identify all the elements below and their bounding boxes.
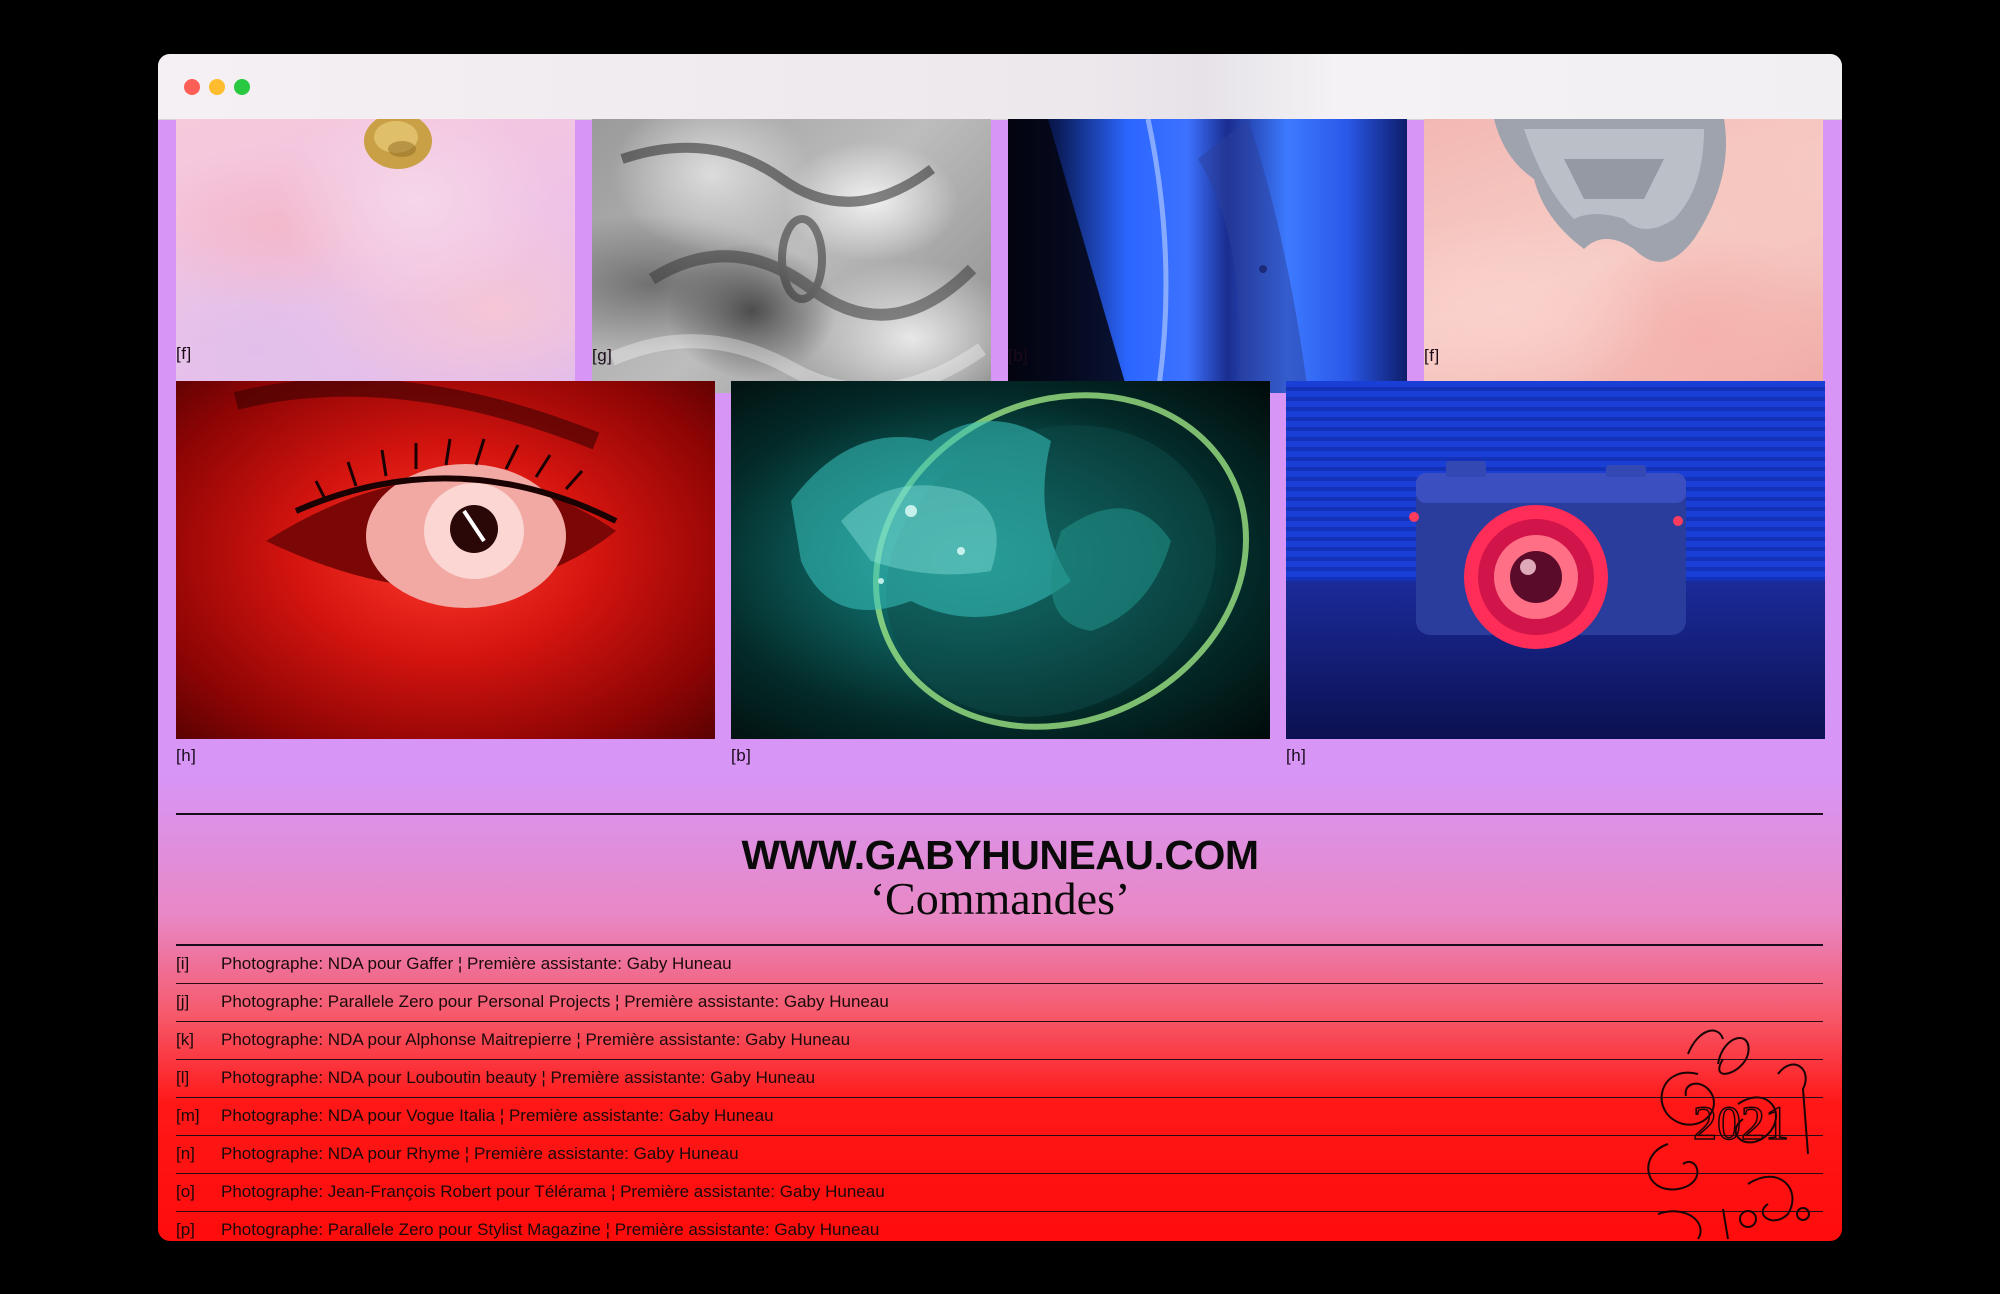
section-subtitle: ‘Commandes’ <box>869 873 1131 924</box>
image-caption: [h] <box>176 746 197 765</box>
gallery-image-blue-shirt[interactable] <box>1008 119 1407 393</box>
image-caption: [g] <box>592 346 613 365</box>
credit-text: Photographe: NDA pour Rhyme ¦ Première a… <box>221 1144 739 1163</box>
gallery-image-peach-marble-silver[interactable] <box>1424 119 1823 393</box>
credit-key: [i] <box>176 954 190 973</box>
image-caption: [f] <box>176 344 192 363</box>
credit-text: Photographe: Parallele Zero pour Stylist… <box>221 1220 880 1239</box>
section-divider <box>176 813 1823 815</box>
credit-key: [j] <box>176 992 190 1011</box>
gallery-image-pink-marble-gold[interactable] <box>176 119 575 391</box>
image-caption: [b] <box>731 746 752 765</box>
minimize-window-button[interactable] <box>209 79 225 95</box>
credit-key: [m] <box>176 1106 200 1125</box>
credit-row: [j] Photographe: Parallele Zero pour Per… <box>176 983 1823 1021</box>
credit-text: Photographe: Parallele Zero pour Persona… <box>221 992 889 1011</box>
credit-text: Photographe: Jean-François Robert pour T… <box>221 1182 885 1201</box>
zoom-window-button[interactable] <box>234 79 250 95</box>
window-titlebar <box>158 54 1842 120</box>
close-window-button[interactable] <box>184 79 200 95</box>
image-caption: [b] <box>1008 346 1029 365</box>
credit-key: [p] <box>176 1220 195 1239</box>
credit-text: Photographe: NDA pour Vogue Italia ¦ Pre… <box>221 1106 774 1125</box>
credit-key: [o] <box>176 1182 195 1201</box>
image-caption: [h] <box>1286 746 1307 765</box>
credit-row: [o] Photographe: Jean-François Robert po… <box>176 1173 1823 1211</box>
credit-row: [k] Photographe: NDA pour Alphonse Maitr… <box>176 1021 1823 1059</box>
credit-row: [n] Photographe: NDA pour Rhyme ¦ Premiè… <box>176 1135 1823 1173</box>
gallery-image-glass-dish-gel[interactable] <box>731 381 1270 739</box>
credits-list: [i] Photographe: NDA pour Gaffer ¦ Premi… <box>176 944 1823 1241</box>
credit-key: [n] <box>176 1144 195 1163</box>
credit-row: [p] Photographe: Parallele Zero pour Sty… <box>176 1211 1823 1241</box>
credit-text: Photographe: NDA pour Alphonse Maitrepie… <box>221 1030 851 1049</box>
gallery-image-red-eye[interactable] <box>176 381 715 739</box>
gallery-image-camera[interactable] <box>1286 381 1825 739</box>
image-caption: [f] <box>1424 346 1440 365</box>
credit-row: [m] Photographe: NDA pour Vogue Italia ¦… <box>176 1097 1823 1135</box>
credit-key: [k] <box>176 1030 194 1049</box>
browser-window: [f] [g] [b] [f] [h] [b] [h] WWW.GABYHUNE… <box>158 54 1842 1241</box>
ornament-year: 2021 <box>1693 1097 1789 1150</box>
credit-text: Photographe: NDA pour Louboutin beauty ¦… <box>221 1068 816 1087</box>
credit-row: [i] Photographe: NDA pour Gaffer ¦ Premi… <box>176 944 1823 983</box>
credit-text: Photographe: NDA pour Gaffer ¦ Première … <box>221 954 732 973</box>
year-ornament: 2021 <box>1647 1029 1810 1240</box>
gallery-image-grey-texture[interactable] <box>592 119 991 393</box>
credit-row: [l] Photographe: NDA pour Louboutin beau… <box>176 1059 1823 1097</box>
credit-key: [l] <box>176 1068 190 1087</box>
